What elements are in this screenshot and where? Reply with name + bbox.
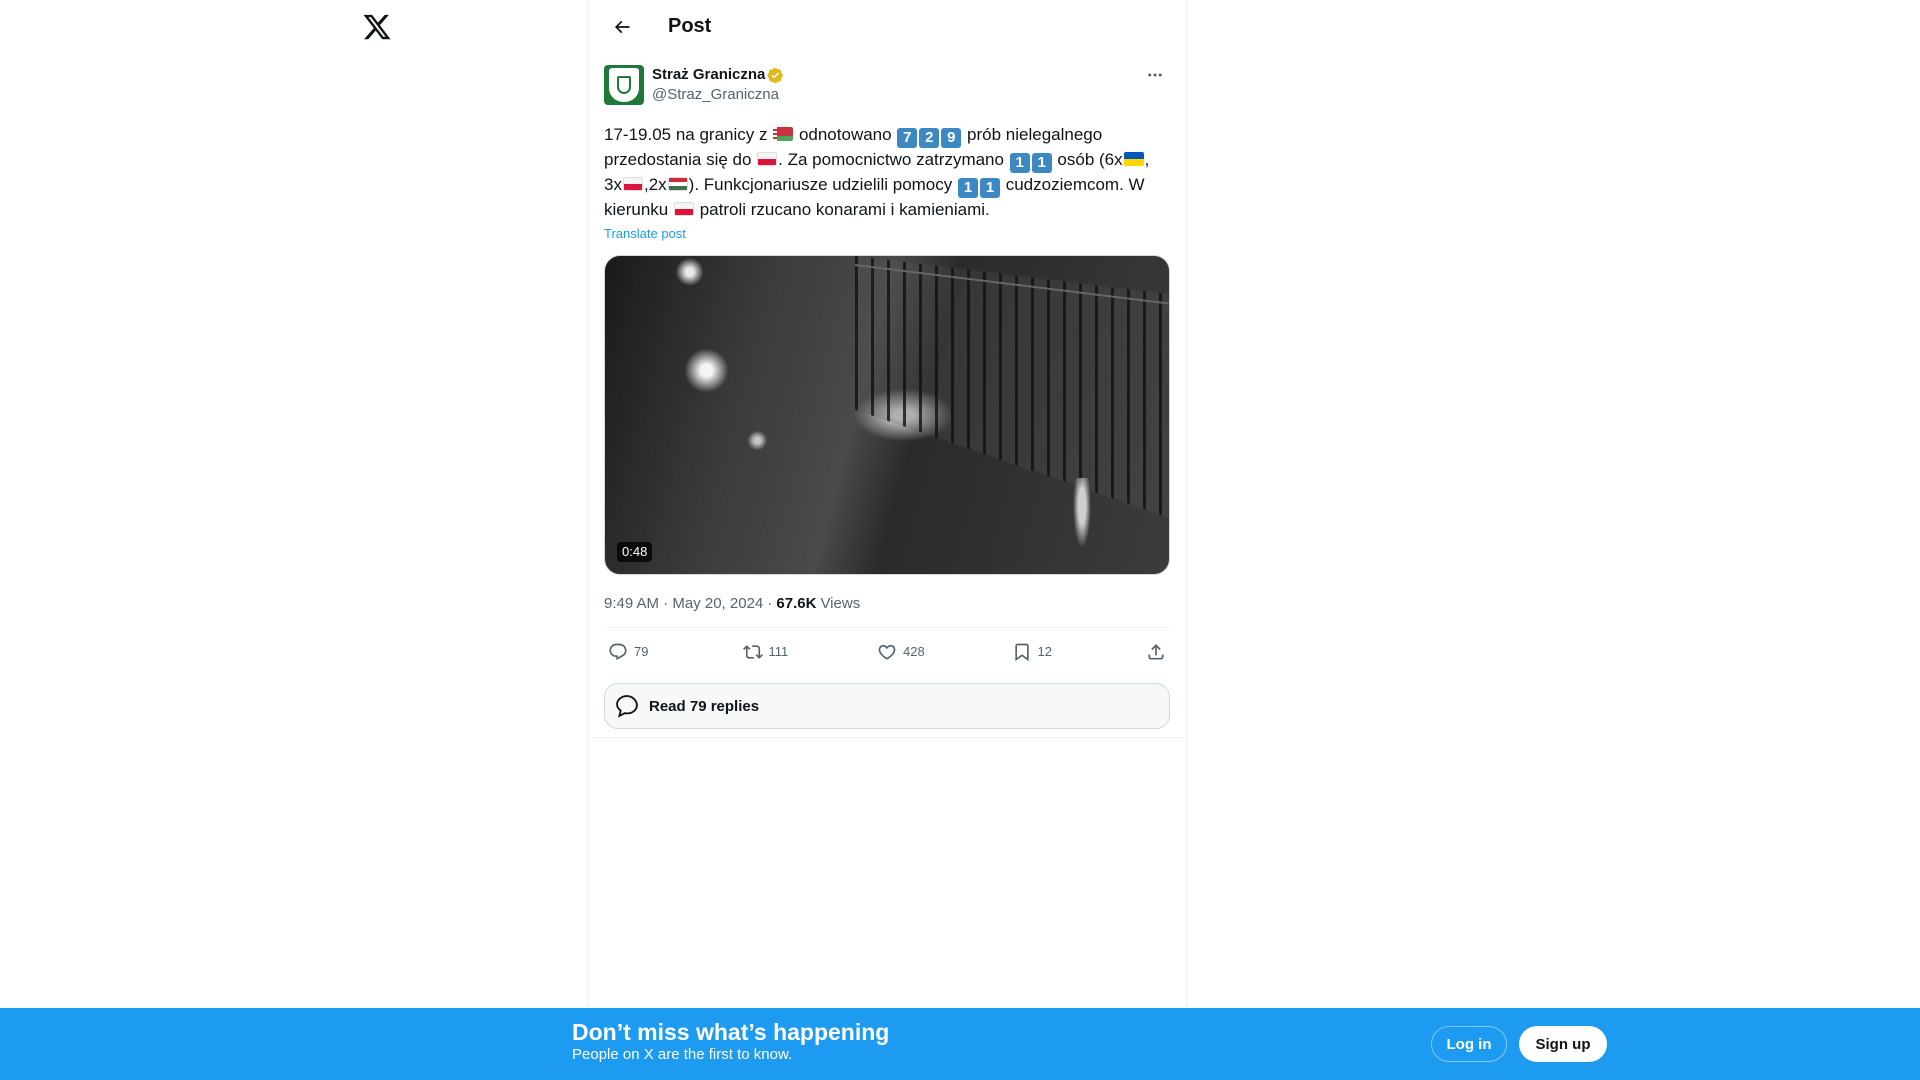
reply-icon [609, 643, 627, 660]
post-header: Straż Graniczna @Straz_Graniczna [604, 65, 1170, 113]
poland-flag-icon [673, 202, 694, 216]
hungary-flag-icon [667, 177, 688, 191]
video-player[interactable]: 0:48 [604, 255, 1170, 575]
back-button[interactable] [604, 9, 640, 45]
like-button[interactable]: 428 [877, 642, 937, 662]
emblem-shield-icon [609, 68, 639, 102]
signup-banner: Don’t miss what’s happening People on X … [0, 1008, 1920, 1080]
main-column: Post Straż Graniczna @Straz_Graniczna 17… [587, 0, 1187, 1080]
like-icon [878, 644, 896, 660]
display-name[interactable]: Straż Graniczna [652, 65, 765, 85]
post-meta: 9:49 AM · May 20, 2024 · 67.6K Views [604, 593, 1170, 613]
repost-count: 111 [768, 644, 789, 659]
share-icon [1148, 643, 1164, 659]
keycap-1-icon: 1 [1031, 153, 1052, 173]
read-replies-label: Read 79 replies [649, 697, 760, 715]
bookmark-button[interactable]: 12 [1012, 642, 1072, 662]
keycap-1-icon: 1 [958, 178, 978, 198]
poland-flag-icon [757, 152, 778, 166]
repost-button[interactable]: 111 [742, 642, 803, 662]
video-duration: 0:48 [617, 542, 653, 562]
banner-title: Don’t miss what’s happening [572, 1019, 890, 1045]
read-replies-button[interactable]: Read 79 replies [604, 683, 1170, 729]
repost-icon [742, 644, 763, 659]
share-button[interactable] [1146, 642, 1166, 662]
more-icon [1148, 73, 1162, 77]
views-count: 67.6K [776, 594, 817, 612]
x-logo-icon[interactable] [362, 12, 392, 42]
action-bar: 79 111 428 12 [604, 627, 1170, 675]
page-title: Post [668, 15, 712, 37]
reply-button[interactable]: 79 [608, 642, 668, 662]
keycap-1-icon: 1 [980, 178, 1000, 198]
views-label: Views [820, 594, 861, 612]
person-figure [1073, 478, 1091, 548]
top-bar: Post [588, 0, 1186, 53]
post: Straż Graniczna @Straz_Graniczna 17-19.0… [588, 53, 1186, 738]
like-count: 428 [903, 644, 925, 659]
reply-count: 79 [634, 644, 649, 659]
keycap-2-icon: 2 [919, 128, 940, 148]
translate-post-link[interactable]: Translate post [604, 226, 686, 241]
replies-bubble-icon [616, 695, 638, 718]
keycap-9-icon: 9 [941, 128, 962, 148]
bookmark-count: 12 [1037, 644, 1052, 659]
avatar[interactable] [604, 65, 644, 105]
signup-button[interactable]: Sign up [1519, 1026, 1607, 1062]
belarus-flag-icon [773, 127, 794, 141]
ukraine-flag-icon [1123, 152, 1144, 166]
handle[interactable]: @Straz_Graniczna [652, 85, 784, 105]
divider [588, 737, 1186, 738]
verified-badge-icon[interactable] [767, 67, 784, 84]
keycap-1-icon: 1 [1009, 153, 1030, 173]
back-arrow-icon [614, 20, 630, 33]
post-text: 17-19.05 na granicy z odnotowano 729 pró… [604, 125, 1150, 219]
author-names: Straż Graniczna @Straz_Graniczna [652, 65, 784, 105]
poland-flag-icon [622, 177, 643, 191]
keycap-7-icon: 7 [897, 128, 918, 148]
banner-subtitle: People on X are the first to know. [572, 1046, 793, 1063]
more-button[interactable] [1140, 63, 1170, 87]
login-button[interactable]: Log in [1431, 1026, 1507, 1062]
timestamp[interactable]: 9:49 AM · May 20, 2024 · [604, 595, 772, 612]
fence-scene [855, 256, 1169, 519]
bookmark-icon [1014, 643, 1029, 661]
